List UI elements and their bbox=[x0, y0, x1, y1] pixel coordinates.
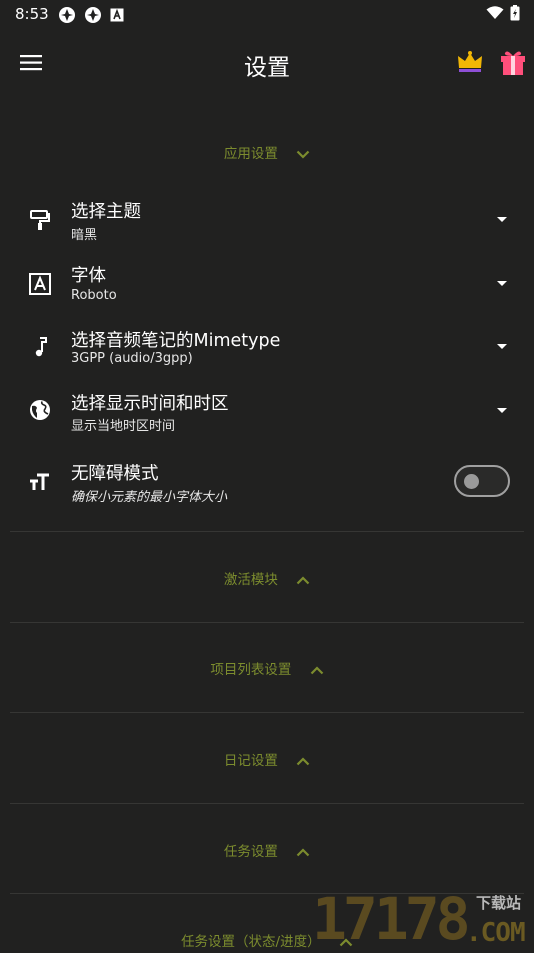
section-project-list-label: 项目列表设置 bbox=[210, 662, 292, 678]
dropdown-arrow-icon bbox=[497, 217, 507, 222]
dropdown-arrow-icon bbox=[497, 281, 507, 286]
chevron-down-icon bbox=[296, 150, 310, 159]
text-size-icon bbox=[27, 469, 53, 495]
setting-audio-mimetype-label: 选择音频笔记的Mimetype bbox=[71, 331, 281, 351]
setting-accessibility-label: 无障碍模式 bbox=[71, 464, 159, 484]
section-tasks[interactable]: 任务设置 bbox=[0, 840, 534, 860]
gift-icon[interactable] bbox=[499, 48, 527, 76]
accessibility-toggle[interactable] bbox=[454, 465, 510, 497]
app-bar: 设置 bbox=[0, 28, 534, 98]
section-project-list[interactable]: 项目列表设置 bbox=[0, 658, 534, 678]
chevron-up-icon bbox=[296, 575, 310, 584]
watermark-site: 下载站 bbox=[476, 894, 522, 912]
setting-font-label: 字体 bbox=[71, 266, 106, 286]
setting-font[interactable]: 字体 Roboto bbox=[0, 256, 534, 314]
divider bbox=[10, 712, 524, 713]
watermark-logo: 17178 下载站 .COM bbox=[312, 888, 534, 950]
notification-icons bbox=[58, 6, 124, 24]
watermark-number: 17178 bbox=[312, 885, 471, 953]
font-icon bbox=[27, 271, 53, 297]
setting-accessibility-desc: 确保小元素的最小字体大小 bbox=[71, 490, 228, 505]
crown-icon[interactable] bbox=[456, 50, 484, 74]
dropdown-arrow-icon bbox=[497, 344, 507, 349]
setting-font-value: Roboto bbox=[71, 288, 117, 303]
setting-audio-mimetype[interactable]: 选择音频笔记的Mimetype 3GPP (audio/3gpp) bbox=[0, 320, 534, 378]
section-modules[interactable]: 激活模块 bbox=[0, 568, 534, 588]
chevron-up-icon bbox=[310, 665, 323, 674]
section-journal-label: 日记设置 bbox=[223, 753, 278, 769]
watermark-domain: .COM bbox=[466, 918, 526, 948]
toggle-knob bbox=[464, 474, 479, 489]
status-time: 8:53 bbox=[15, 5, 49, 23]
section-tasks-label: 任务设置 bbox=[223, 844, 278, 860]
section-app-settings-label: 应用设置 bbox=[223, 146, 278, 162]
setting-audio-mimetype-value: 3GPP (audio/3gpp) bbox=[71, 351, 193, 366]
section-modules-label: 激活模块 bbox=[223, 572, 278, 588]
app-notification-icon bbox=[85, 7, 101, 23]
divider bbox=[10, 803, 524, 804]
section-app-settings[interactable]: 应用设置 bbox=[0, 142, 534, 162]
status-bar: 8:53 bbox=[0, 0, 534, 28]
chevron-up-icon bbox=[296, 756, 310, 765]
chevron-up-icon bbox=[296, 847, 310, 856]
globe-icon bbox=[27, 397, 53, 423]
music-note-icon bbox=[27, 334, 53, 360]
divider bbox=[10, 531, 524, 532]
paint-roller-icon bbox=[27, 207, 53, 233]
dropdown-arrow-icon bbox=[497, 408, 507, 413]
divider bbox=[10, 622, 524, 623]
battery-icon bbox=[510, 5, 520, 21]
app-notification-icon bbox=[59, 7, 75, 23]
setting-theme[interactable]: 选择主题 暗黑 bbox=[0, 192, 534, 250]
page-title: 设置 bbox=[244, 55, 290, 81]
wifi-icon bbox=[486, 6, 504, 19]
setting-theme-value: 暗黑 bbox=[71, 228, 98, 243]
section-journal[interactable]: 日记设置 bbox=[0, 749, 534, 769]
system-icons bbox=[486, 5, 520, 21]
section-task-status-label: 任务设置（状态/进度） bbox=[181, 934, 321, 950]
setting-theme-label: 选择主题 bbox=[71, 202, 141, 222]
text-notification-icon bbox=[110, 8, 124, 22]
setting-timezone-value: 显示当地时区时间 bbox=[71, 419, 176, 434]
setting-timezone[interactable]: 选择显示时间和时区 显示当地时区时间 bbox=[0, 384, 534, 442]
setting-timezone-label: 选择显示时间和时区 bbox=[71, 394, 229, 414]
